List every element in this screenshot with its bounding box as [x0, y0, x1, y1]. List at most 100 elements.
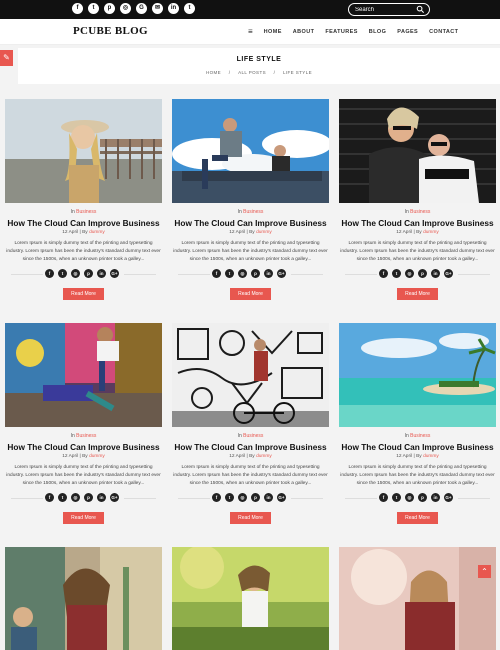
post-title[interactable]: How The Cloud Can Improve Business: [339, 218, 496, 228]
instagram-share-icon[interactable]: ◎: [71, 269, 80, 278]
search-input[interactable]: [355, 5, 415, 14]
post-author[interactable]: dummy: [89, 454, 105, 459]
read-more-button[interactable]: Read More: [230, 512, 271, 524]
style-switcher-brush-icon[interactable]: ✎: [0, 50, 13, 66]
pinterest-icon[interactable]: p: [104, 3, 115, 14]
category-prefix: In: [404, 433, 409, 439]
share-icons: f t ◎ p in G+: [379, 269, 453, 278]
twitter-share-icon[interactable]: t: [58, 493, 67, 502]
linkedin-share-icon[interactable]: in: [431, 493, 440, 502]
facebook-share-icon[interactable]: f: [212, 269, 221, 278]
tumblr-icon[interactable]: t: [184, 3, 195, 14]
post-title[interactable]: How The Cloud Can Improve Business: [5, 442, 162, 452]
email-icon[interactable]: ✉: [152, 3, 163, 14]
post-image[interactable]: [339, 323, 496, 427]
pinterest-share-icon[interactable]: p: [84, 493, 93, 502]
post-image[interactable]: [172, 547, 329, 650]
instagram-share-icon[interactable]: ◎: [71, 493, 80, 502]
facebook-share-icon[interactable]: f: [45, 269, 54, 278]
linkedin-share-icon[interactable]: in: [431, 269, 440, 278]
facebook-icon[interactable]: f: [72, 3, 83, 14]
pinterest-share-icon[interactable]: p: [251, 493, 260, 502]
instagram-share-icon[interactable]: ◎: [405, 269, 414, 278]
nav-about[interactable]: ABOUT: [293, 29, 315, 35]
twitter-share-icon[interactable]: t: [225, 269, 234, 278]
breadcrumb-all-posts[interactable]: ALL POSTS: [238, 70, 266, 75]
category-link[interactable]: Business: [243, 433, 263, 439]
google-plus-share-icon[interactable]: G+: [110, 269, 119, 278]
post-author[interactable]: dummy: [423, 230, 439, 235]
read-more-button[interactable]: Read More: [63, 288, 104, 300]
linkedin-share-icon[interactable]: in: [264, 493, 273, 502]
linkedin-share-icon[interactable]: in: [264, 269, 273, 278]
twitter-share-icon[interactable]: t: [392, 493, 401, 502]
post-image[interactable]: [5, 323, 162, 427]
instagram-share-icon[interactable]: ◎: [405, 493, 414, 502]
post-date: 12 April: [229, 230, 246, 235]
linkedin-share-icon[interactable]: in: [97, 269, 106, 278]
scroll-to-top-button[interactable]: ⌃: [478, 565, 491, 578]
category-link[interactable]: Business: [410, 433, 430, 439]
category-link[interactable]: Business: [76, 433, 96, 439]
post-category: In Business: [172, 433, 329, 439]
post-image[interactable]: [339, 99, 496, 203]
instagram-share-icon[interactable]: ◎: [238, 493, 247, 502]
instagram-icon[interactable]: ◎: [120, 3, 131, 14]
post-author[interactable]: dummy: [256, 230, 272, 235]
post-author[interactable]: dummy: [423, 454, 439, 459]
post-excerpt: Lorem Ipsum is simply dummy text of the …: [340, 465, 495, 486]
nav-contact[interactable]: CONTACT: [429, 29, 458, 35]
twitter-share-icon[interactable]: t: [392, 269, 401, 278]
read-more-button[interactable]: Read More: [397, 512, 438, 524]
post-image[interactable]: [172, 323, 329, 427]
read-more-button[interactable]: Read More: [63, 512, 104, 524]
post-image[interactable]: [5, 99, 162, 203]
google-plus-share-icon[interactable]: G+: [444, 269, 453, 278]
twitter-icon[interactable]: t: [88, 3, 99, 14]
google-plus-share-icon[interactable]: G+: [110, 493, 119, 502]
nav-blog[interactable]: BLOG: [369, 29, 387, 35]
facebook-share-icon[interactable]: f: [45, 493, 54, 502]
category-link[interactable]: Business: [76, 209, 96, 215]
linkedin-share-icon[interactable]: in: [97, 493, 106, 502]
read-more-button[interactable]: Read More: [397, 288, 438, 300]
search-icon[interactable]: [416, 5, 425, 14]
post-date: 12 April: [229, 454, 246, 459]
breadcrumb-home[interactable]: HOME: [206, 70, 221, 75]
post-title[interactable]: How The Cloud Can Improve Business: [5, 218, 162, 228]
pinterest-share-icon[interactable]: p: [84, 269, 93, 278]
post-date: 12 April: [62, 230, 79, 235]
linkedin-icon[interactable]: in: [168, 3, 179, 14]
post-author[interactable]: dummy: [256, 454, 272, 459]
category-link[interactable]: Business: [243, 209, 263, 215]
pinterest-share-icon[interactable]: p: [251, 269, 260, 278]
post-image[interactable]: [172, 99, 329, 203]
page-title: LIFE STYLE: [236, 56, 282, 63]
google-plus-icon[interactable]: G: [136, 3, 147, 14]
google-plus-share-icon[interactable]: G+: [277, 493, 286, 502]
post-title[interactable]: How The Cloud Can Improve Business: [339, 442, 496, 452]
instagram-share-icon[interactable]: ◎: [238, 269, 247, 278]
google-plus-share-icon[interactable]: G+: [444, 493, 453, 502]
read-more-button[interactable]: Read More: [230, 288, 271, 300]
post-title[interactable]: How The Cloud Can Improve Business: [172, 442, 329, 452]
pinterest-share-icon[interactable]: p: [418, 493, 427, 502]
site-logo[interactable]: PCUBE BLOG: [73, 25, 148, 37]
pinterest-share-icon[interactable]: p: [418, 269, 427, 278]
facebook-share-icon[interactable]: f: [212, 493, 221, 502]
post-image[interactable]: [5, 547, 162, 650]
facebook-share-icon[interactable]: f: [379, 269, 388, 278]
post-author[interactable]: dummy: [89, 230, 105, 235]
category-link[interactable]: Business: [410, 209, 430, 215]
google-plus-share-icon[interactable]: G+: [277, 269, 286, 278]
nav-features[interactable]: FEATURES: [325, 29, 357, 35]
facebook-share-icon[interactable]: f: [379, 493, 388, 502]
nav-pages[interactable]: PAGES: [397, 29, 418, 35]
nav-home[interactable]: HOME: [264, 29, 282, 35]
post-image[interactable]: [339, 547, 496, 650]
menu-icon[interactable]: ≡: [248, 27, 253, 37]
post-title[interactable]: How The Cloud Can Improve Business: [172, 218, 329, 228]
twitter-share-icon[interactable]: t: [58, 269, 67, 278]
twitter-share-icon[interactable]: t: [225, 493, 234, 502]
post-by: By: [82, 230, 88, 235]
